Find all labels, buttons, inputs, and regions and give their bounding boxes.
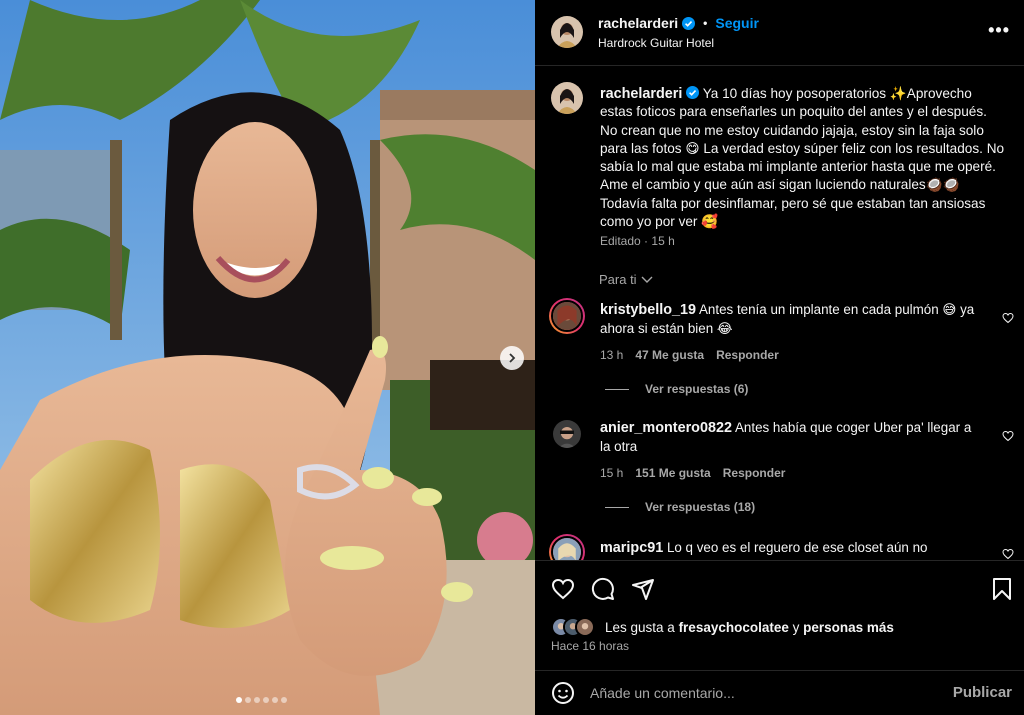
comment-time: 15 h: [600, 466, 624, 480]
comment-likes[interactable]: 47 Me gusta: [635, 348, 704, 362]
reply-button[interactable]: Responder: [723, 466, 786, 480]
chevron-right-icon: [509, 353, 516, 363]
carousel-dot: [272, 697, 278, 703]
post-actions: Les gusta a fresaychocolatee y personas …: [535, 560, 1024, 670]
view-replies-label: Ver respuestas (6): [645, 382, 749, 396]
separator-dot: •: [703, 16, 708, 30]
author-row: rachelarderi • Seguir: [598, 15, 759, 31]
commenter-username[interactable]: kristybello_19: [600, 302, 696, 318]
more-options-icon[interactable]: •••: [988, 20, 1010, 41]
comment-input[interactable]: [590, 681, 930, 705]
carousel-dot: [254, 697, 260, 703]
post-caption: rachelarderi Ya 10 días hoy posoperatori…: [600, 85, 1005, 231]
next-image-button[interactable]: [500, 346, 524, 370]
comment-body: maripc91 Lo q veo es el reguero de ese c…: [600, 539, 980, 558]
comment-time: 13 h: [600, 348, 624, 362]
comment-meta: 13 h 47 Me gusta Responder: [600, 348, 779, 362]
comment-body: kristybello_19 Antes tenía un implante e…: [600, 301, 980, 337]
post-header: rachelarderi • Seguir Hardrock Guitar Ho…: [535, 0, 1024, 66]
post-photo-illustration: [0, 0, 535, 715]
post-location[interactable]: Hardrock Guitar Hotel: [598, 36, 714, 50]
commenter-username[interactable]: anier_montero0822: [600, 420, 732, 436]
commenter-avatar[interactable]: [549, 416, 585, 452]
heart-icon[interactable]: [551, 577, 575, 601]
comment-sort-dropdown[interactable]: Para ti: [599, 272, 653, 287]
bookmark-icon[interactable]: [990, 577, 1014, 601]
publish-button[interactable]: Publicar: [953, 684, 1012, 701]
author-username[interactable]: rachelarderi: [598, 15, 678, 31]
carousel-dot: [245, 697, 251, 703]
view-replies-button[interactable]: Ver respuestas (18): [605, 500, 755, 514]
verified-badge-icon: [686, 86, 700, 99]
carousel-dot: [236, 697, 242, 703]
likes-summary: Les gusta a fresaychocolatee y personas …: [551, 617, 894, 637]
comment-body: anier_montero0822 Antes había que coger …: [600, 419, 980, 455]
comment-sort-label: Para ti: [599, 272, 637, 287]
post-photo[interactable]: [0, 0, 535, 715]
edited-label: Editado: [600, 234, 641, 248]
liker-username[interactable]: fresaychocolatee: [679, 620, 789, 635]
likes-prefix: Les gusta a: [605, 619, 679, 635]
replies-divider: [605, 506, 629, 508]
comment-like-icon[interactable]: [1002, 548, 1014, 560]
liker-avatars[interactable]: [551, 617, 601, 637]
add-comment-bar: Publicar: [535, 670, 1024, 715]
commenter-username[interactable]: maripc91: [600, 540, 663, 556]
share-icon[interactable]: [631, 577, 655, 601]
carousel-dot: [281, 697, 287, 703]
likes-middle: y: [788, 619, 804, 635]
caption-text: Ya 10 días hoy posoperatorios ✨Aprovecho…: [600, 86, 1005, 230]
author-avatar[interactable]: [551, 16, 583, 48]
post-panel: rachelarderi • Seguir Hardrock Guitar Ho…: [535, 0, 1024, 715]
caption-meta: Editado · 15 h: [600, 234, 675, 248]
caption-time: 15 h: [651, 234, 675, 248]
comment-likes[interactable]: 151 Me gusta: [635, 466, 710, 480]
post-timestamp: Hace 16 horas: [551, 639, 630, 653]
comment-text: Lo q veo es el reguero de ese closet aún…: [666, 540, 928, 555]
other-likers-link[interactable]: personas más: [803, 620, 894, 635]
emoji-icon[interactable]: [551, 681, 575, 705]
commenter-avatar[interactable]: [549, 534, 585, 560]
comment-icon[interactable]: [591, 577, 615, 601]
caption-author-avatar[interactable]: [551, 82, 583, 114]
comment-like-icon[interactable]: [1002, 312, 1014, 324]
reply-button[interactable]: Responder: [716, 348, 779, 362]
meta-dot: ·: [644, 234, 649, 248]
replies-divider: [605, 388, 629, 390]
comments-section[interactable]: rachelarderi Ya 10 días hoy posoperatori…: [535, 66, 1024, 560]
verified-badge-icon: [682, 16, 696, 30]
carousel-indicator: [236, 697, 287, 703]
chevron-down-icon: [641, 276, 653, 283]
view-replies-label: Ver respuestas (18): [645, 500, 756, 514]
carousel-dot: [263, 697, 269, 703]
caption-username[interactable]: rachelarderi: [600, 86, 682, 102]
comment-like-icon[interactable]: [1002, 430, 1014, 442]
comment-meta: 15 h 151 Me gusta Responder: [600, 466, 785, 480]
commenter-avatar[interactable]: [549, 298, 585, 334]
view-replies-button[interactable]: Ver respuestas (6): [605, 382, 748, 396]
follow-button[interactable]: Seguir: [715, 15, 759, 31]
